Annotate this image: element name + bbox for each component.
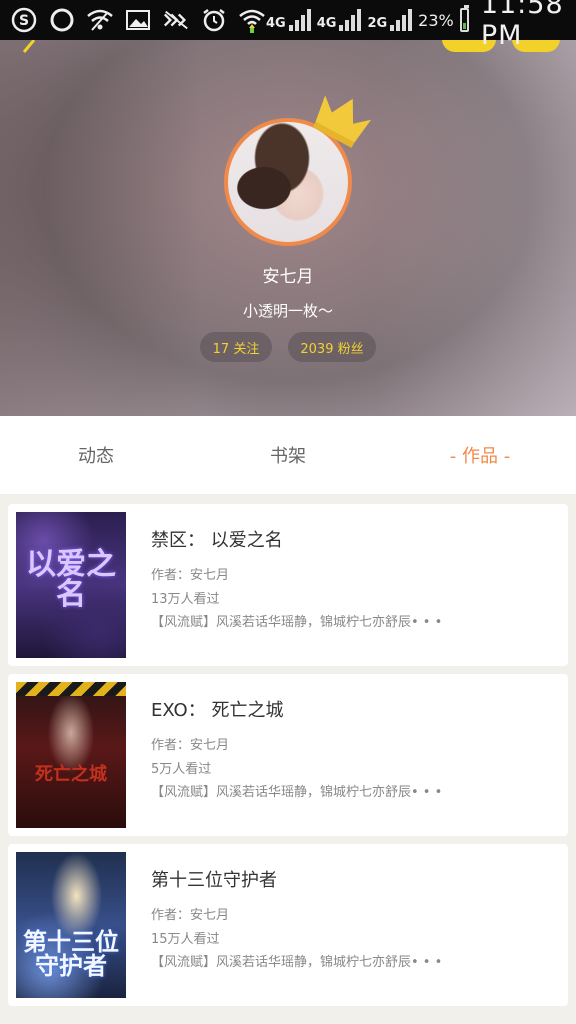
wifi-icon	[238, 6, 266, 34]
alarm-icon	[200, 6, 228, 34]
work-author: 作者：安七月	[151, 568, 230, 583]
work-author: 作者：安七月	[151, 738, 230, 753]
book-cover[interactable]: 第十三位守护者	[16, 852, 126, 998]
circle-icon	[48, 6, 76, 34]
works-list: 以爱之名 禁区： 以爱之名 作者：安七月 13万人看过 【风流赋】风溪若话华瑶静…	[8, 504, 568, 1014]
cover-title: 第十三位守护者	[23, 927, 119, 980]
status-bar: S 4G 4G 2G 23% 11:58 PM	[0, 0, 576, 51]
work-card[interactable]: 第十三位守护者 第十三位守护者 作者：安七月 15万人看过 【风流赋】风溪若话华…	[8, 844, 568, 1006]
tab-activity[interactable]: 动态	[0, 442, 192, 468]
image-icon	[124, 6, 152, 34]
avatar-container[interactable]	[224, 95, 372, 246]
wifi-off-icon	[86, 6, 114, 34]
work-views: 5万人看过	[151, 762, 212, 777]
work-summary: 【风流赋】风溪若话华瑶静，锦城柠七亦舒辰• • •	[151, 615, 443, 630]
cover-title: 死亡之城	[35, 764, 107, 785]
work-summary: 【风流赋】风溪若话华瑶静，锦城柠七亦舒辰• • •	[151, 955, 443, 970]
book-cover[interactable]: 以爱之名	[16, 512, 126, 658]
username: 安七月	[262, 267, 314, 287]
work-title[interactable]: 第十三位守护者	[151, 866, 556, 892]
work-title[interactable]: 禁区： 以爱之名	[151, 526, 556, 552]
network-label: 4G	[316, 16, 337, 31]
book-cover[interactable]: 死亡之城	[16, 682, 126, 828]
profile-tabs: 动态 书架 - 作品 -	[0, 416, 576, 494]
work-summary: 【风流赋】风溪若话华瑶静，锦城柠七亦舒辰• • •	[151, 785, 443, 800]
back-icon[interactable]	[18, 40, 42, 56]
network-signal-3: 2G	[367, 9, 413, 31]
s-logo-icon: S	[10, 6, 38, 34]
work-title[interactable]: EXO： 死亡之城	[151, 696, 556, 722]
svg-text:S: S	[19, 13, 29, 29]
cover-title: 以爱之名	[26, 547, 116, 612]
mute-icon	[162, 6, 190, 34]
network-signal-1: 4G	[266, 9, 311, 31]
profile-header: 安七月 小透明一枚～ 17 关注 2039 粉丝	[0, 40, 576, 416]
work-views: 15万人看过	[151, 932, 220, 947]
work-card[interactable]: 死亡之城 EXO： 死亡之城 作者：安七月 5万人看过 【风流赋】风溪若话华瑶静…	[8, 674, 568, 836]
battery-icon	[459, 5, 469, 32]
clock: 11:58 PM	[480, 0, 564, 51]
crown-icon	[310, 88, 374, 154]
following-count[interactable]: 17 关注	[200, 332, 272, 362]
work-author: 作者：安七月	[151, 908, 230, 923]
user-bio: 小透明一枚～	[242, 302, 333, 320]
work-card[interactable]: 以爱之名 禁区： 以爱之名 作者：安七月 13万人看过 【风流赋】风溪若话华瑶静…	[8, 504, 568, 666]
work-views: 13万人看过	[151, 592, 220, 607]
tab-works[interactable]: - 作品 -	[384, 442, 576, 468]
network-label: 2G	[367, 16, 388, 31]
battery-percent: 23%	[418, 10, 454, 30]
network-signal-2: 4G	[317, 9, 362, 31]
tab-bookshelf[interactable]: 书架	[192, 442, 384, 468]
network-label: 4G	[266, 16, 286, 31]
fans-count[interactable]: 2039 粉丝	[288, 332, 376, 362]
